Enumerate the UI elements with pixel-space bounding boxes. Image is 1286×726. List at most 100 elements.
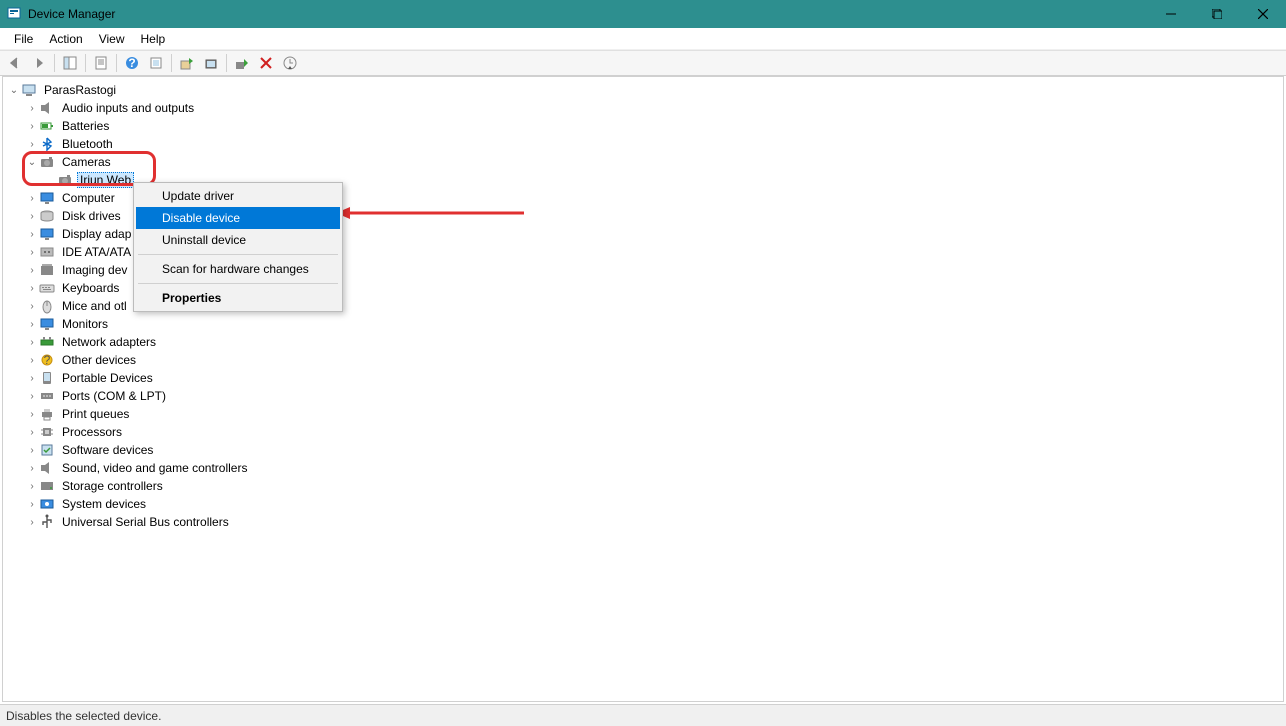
- close-button[interactable]: [1240, 0, 1286, 28]
- chevron-right-icon[interactable]: ›: [25, 139, 39, 150]
- show-hidden-button[interactable]: [279, 52, 301, 74]
- tree-item-label: Ports (COM & LPT): [59, 388, 169, 404]
- chevron-right-icon[interactable]: ›: [25, 337, 39, 348]
- tree-item[interactable]: ›Bluetooth: [7, 135, 1283, 153]
- tree-item-label: System devices: [59, 496, 149, 512]
- tree-item[interactable]: › Print queues: [7, 405, 1283, 423]
- tree-item[interactable]: › Portable Devices: [7, 369, 1283, 387]
- keyboard-icon: [39, 280, 55, 296]
- tree-item-label: ParasRastogi: [41, 82, 119, 98]
- app-icon: [6, 6, 22, 22]
- forward-button[interactable]: [28, 52, 50, 74]
- imaging-icon: [39, 262, 55, 278]
- chevron-right-icon[interactable]: ›: [25, 121, 39, 132]
- disk-icon: [39, 208, 55, 224]
- chevron-down-icon[interactable]: ⌄: [7, 85, 21, 96]
- tree-item[interactable]: ›Audio inputs and outputs: [7, 99, 1283, 117]
- menu-view[interactable]: View: [91, 30, 133, 48]
- toolbar-separator: [116, 54, 117, 72]
- tree-item-label: Print queues: [59, 406, 132, 422]
- scan-hardware-button[interactable]: [145, 52, 167, 74]
- chevron-right-icon[interactable]: ›: [25, 445, 39, 456]
- update-driver-button[interactable]: [176, 52, 198, 74]
- toolbar-separator: [85, 54, 86, 72]
- bluetooth-icon: [39, 136, 55, 152]
- tree-item[interactable]: ›Software devices: [7, 441, 1283, 459]
- chevron-down-icon[interactable]: ⌄: [25, 157, 39, 168]
- chevron-right-icon[interactable]: ›: [25, 301, 39, 312]
- portable-icon: [39, 370, 55, 386]
- chevron-right-icon[interactable]: ›: [25, 391, 39, 402]
- chevron-right-icon[interactable]: ›: [25, 247, 39, 258]
- chevron-right-icon[interactable]: ›: [25, 481, 39, 492]
- chevron-right-icon[interactable]: ›: [25, 103, 39, 114]
- tree-item[interactable]: ›Processors: [7, 423, 1283, 441]
- software-icon: [39, 442, 55, 458]
- tree-item-label: Display adap: [59, 226, 134, 242]
- chevron-right-icon[interactable]: ›: [25, 463, 39, 474]
- chevron-right-icon[interactable]: ›: [25, 409, 39, 420]
- enable-button[interactable]: [231, 52, 253, 74]
- tree-item[interactable]: ›?Other devices: [7, 351, 1283, 369]
- tree-item-label: Batteries: [59, 118, 112, 134]
- tree-item-label: Universal Serial Bus controllers: [59, 514, 232, 530]
- help-button[interactable]: ?: [121, 52, 143, 74]
- tree-item[interactable]: › Universal Serial Bus controllers: [7, 513, 1283, 531]
- chevron-right-icon[interactable]: ›: [25, 193, 39, 204]
- speaker-icon: [39, 100, 55, 116]
- chevron-right-icon[interactable]: ›: [25, 517, 39, 528]
- context-menu-item[interactable]: Scan for hardware changes: [136, 258, 340, 280]
- chevron-right-icon[interactable]: ›: [25, 427, 39, 438]
- other-icon: ?: [39, 352, 55, 368]
- chevron-right-icon[interactable]: ›: [25, 373, 39, 384]
- tree-item-label: Iriun Web: [77, 172, 134, 188]
- context-menu-item[interactable]: Disable device: [136, 207, 340, 229]
- menu-help[interactable]: Help: [133, 30, 174, 48]
- tree-item-label: Monitors: [59, 316, 111, 332]
- tree-item[interactable]: › Storage controllers: [7, 477, 1283, 495]
- computer-icon: [21, 82, 37, 98]
- system-icon: [39, 496, 55, 512]
- properties-button[interactable]: [90, 52, 112, 74]
- menu-action[interactable]: Action: [41, 30, 90, 48]
- maximize-button[interactable]: [1194, 0, 1240, 28]
- battery-icon: [39, 118, 55, 134]
- tree-item[interactable]: › Monitors: [7, 315, 1283, 333]
- tree-item-label: Storage controllers: [59, 478, 166, 494]
- speaker-icon: [39, 460, 55, 476]
- disable-button[interactable]: [255, 52, 277, 74]
- tree-item[interactable]: › Batteries: [7, 117, 1283, 135]
- port-icon: [39, 388, 55, 404]
- cpu-icon: [39, 424, 55, 440]
- minimize-button[interactable]: [1148, 0, 1194, 28]
- tree-item[interactable]: ›Network adapters: [7, 333, 1283, 351]
- tree-item[interactable]: ⌄ ParasRastogi: [7, 81, 1283, 99]
- tree-item-label: Portable Devices: [59, 370, 156, 386]
- tree-item[interactable]: › Ports (COM & LPT): [7, 387, 1283, 405]
- chevron-right-icon[interactable]: ›: [25, 265, 39, 276]
- chevron-right-icon[interactable]: ›: [25, 283, 39, 294]
- monitor-icon: [39, 190, 55, 206]
- show-hide-console-button[interactable]: [59, 52, 81, 74]
- context-menu-item[interactable]: Update driver: [136, 185, 340, 207]
- storage-icon: [39, 478, 55, 494]
- context-menu-item[interactable]: Properties: [136, 287, 340, 309]
- tree-item-label: Computer: [59, 190, 118, 206]
- context-menu-item[interactable]: Uninstall device: [136, 229, 340, 251]
- tree-item[interactable]: ⌄Cameras: [7, 153, 1283, 171]
- chevron-right-icon[interactable]: ›: [25, 229, 39, 240]
- chevron-right-icon[interactable]: ›: [25, 319, 39, 330]
- tree-item[interactable]: ›Sound, video and game controllers: [7, 459, 1283, 477]
- back-button[interactable]: [4, 52, 26, 74]
- menu-file[interactable]: File: [6, 30, 41, 48]
- device-tree-panel[interactable]: ⌄ParasRastogi›Audio inputs and outputs›B…: [2, 76, 1284, 702]
- tree-item-label: Disk drives: [59, 208, 124, 224]
- menu-bar: File Action View Help: [0, 28, 1286, 50]
- chevron-right-icon[interactable]: ›: [25, 355, 39, 366]
- tree-item[interactable]: › System devices: [7, 495, 1283, 513]
- chevron-right-icon[interactable]: ›: [25, 499, 39, 510]
- toolbar-separator: [226, 54, 227, 72]
- mouse-icon: [39, 298, 55, 314]
- uninstall-button[interactable]: [200, 52, 222, 74]
- chevron-right-icon[interactable]: ›: [25, 211, 39, 222]
